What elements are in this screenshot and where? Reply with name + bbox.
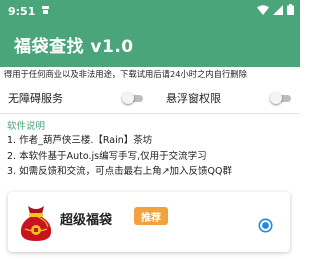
app-bar: 福袋查找 v1.0 bbox=[0, 22, 300, 67]
floating-window-setting[interactable]: 悬浮窗权限 bbox=[166, 88, 296, 108]
battery-icon bbox=[287, 4, 294, 18]
divider bbox=[0, 113, 300, 114]
accessibility-service-label: 无障碍服务 bbox=[8, 92, 63, 105]
wifi-icon bbox=[257, 4, 269, 18]
accessibility-service-setting[interactable]: 无障碍服务 bbox=[8, 88, 148, 108]
option-title: 超级福袋 bbox=[60, 213, 113, 228]
disclaimer-notice: 得用于任何商业以及非法用途，下载试用后请24小时之内自行删除 bbox=[4, 69, 247, 79]
option-radio-button[interactable] bbox=[258, 218, 273, 233]
recommended-badge: 推荐 bbox=[134, 207, 168, 225]
accessibility-service-switch[interactable] bbox=[122, 91, 144, 105]
section-title: 软件说明 bbox=[7, 121, 46, 132]
status-time: 9:51 bbox=[8, 4, 36, 18]
status-bar: 9:51 bbox=[0, 0, 300, 22]
signal-icon bbox=[273, 4, 283, 18]
description-line: 3. 如需反馈和交流，可点击最右上角↗加入反馈QQ群 bbox=[7, 166, 232, 177]
app-title: 福袋查找 v1.0 bbox=[14, 37, 134, 57]
description-line: 2. 本软件基于Auto.js编写手写,仅用于交流学习 bbox=[7, 150, 207, 162]
description-list: 1. 作者_葫芦侠三楼.【Rain】茶坊 2. 本软件基于Auto.js编写手写… bbox=[7, 133, 232, 180]
app-notification-icon bbox=[40, 4, 51, 18]
floating-window-switch[interactable] bbox=[270, 91, 292, 105]
lucky-bag-icon bbox=[18, 203, 54, 243]
floating-window-label: 悬浮窗权限 bbox=[166, 92, 221, 105]
super-lucky-bag-option-card[interactable]: 超级福袋 推荐 bbox=[8, 192, 290, 252]
description-line: 1. 作者_葫芦侠三楼.【Rain】茶坊 bbox=[7, 135, 153, 146]
